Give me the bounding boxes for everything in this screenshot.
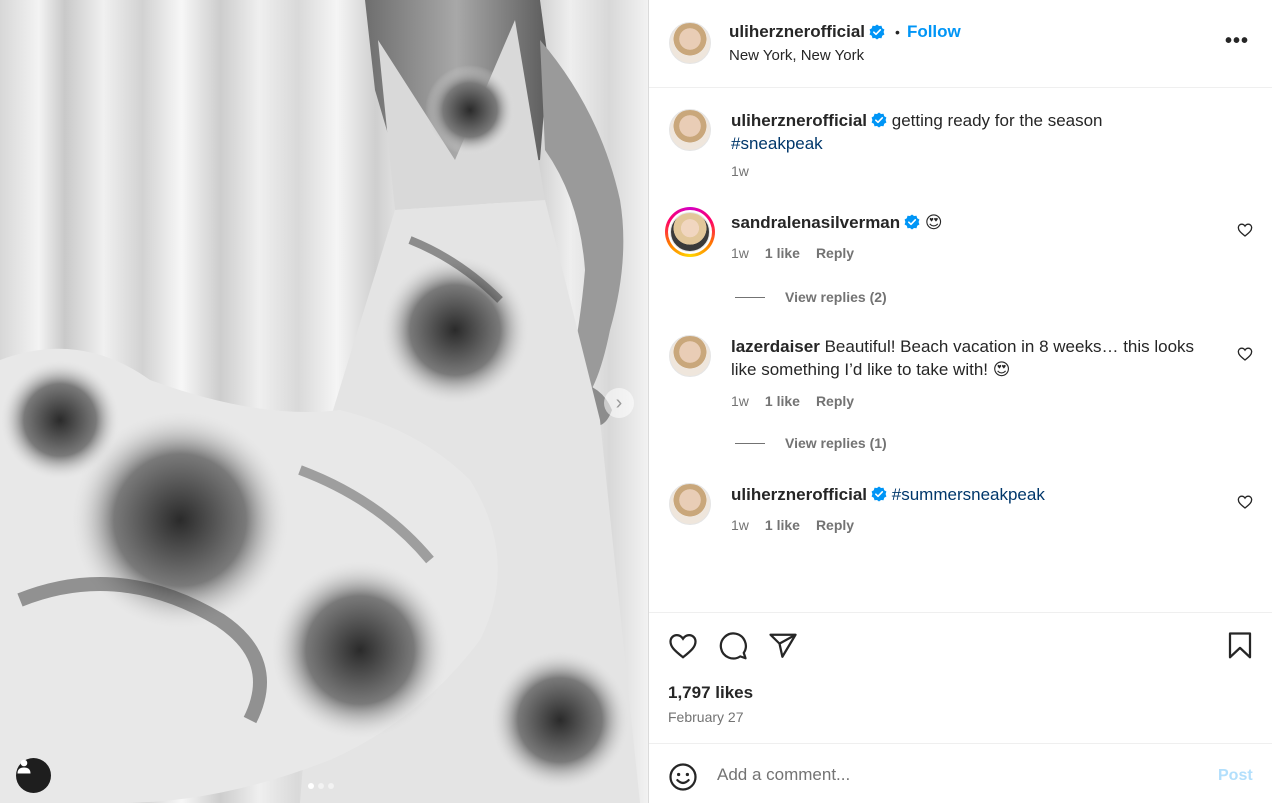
replies-line — [735, 442, 765, 444]
author-username[interactable]: uliherznerofficial — [729, 22, 865, 42]
story-ring[interactable] — [665, 207, 715, 257]
view-replies-button[interactable]: View replies (1) — [735, 435, 887, 451]
post-details-panel: uliherznerofficial • Follow New York, Ne… — [649, 0, 1272, 803]
comment-username[interactable]: sandralenasilverman — [731, 213, 900, 232]
bookmark-icon[interactable] — [1225, 631, 1255, 661]
author-avatar[interactable] — [669, 22, 711, 64]
heart-icon[interactable] — [1237, 494, 1253, 510]
comment-likes[interactable]: 1 like — [765, 517, 800, 533]
dress-photo — [0, 0, 640, 803]
comment-username[interactable]: lazerdaiser — [731, 337, 820, 356]
comment-likes[interactable]: 1 like — [765, 393, 800, 409]
reply-button[interactable]: Reply — [816, 517, 854, 533]
carousel-dot — [308, 783, 314, 789]
user-tag-icon — [17, 759, 31, 774]
follow-button[interactable]: Follow — [907, 22, 961, 42]
comment-hashtag[interactable]: #summersneakpeak — [892, 485, 1045, 504]
caption-avatar[interactable] — [669, 109, 711, 151]
verified-badge-icon — [904, 214, 920, 230]
commenter-avatar[interactable] — [669, 483, 711, 525]
comment-time[interactable]: 1w — [731, 393, 749, 409]
caption-text: uliherznerofficial getting ready for the… — [731, 109, 1201, 155]
comment-text: lazerdaiser Beautiful! Beach vacation in… — [731, 335, 1201, 381]
verified-badge-icon — [871, 486, 887, 502]
verified-badge-icon — [869, 24, 885, 40]
caption-time[interactable]: 1w — [731, 163, 749, 179]
carousel-dot — [328, 783, 334, 789]
next-slide-button[interactable]: › — [604, 388, 634, 418]
comment-icon[interactable] — [718, 631, 748, 661]
heart-icon[interactable] — [1237, 222, 1253, 238]
comment-text: sandralenasilverman 😍 — [731, 211, 1201, 235]
carousel-indicator — [308, 783, 334, 789]
reply-button[interactable]: Reply — [816, 393, 854, 409]
author-line: uliherznerofficial • Follow — [729, 22, 961, 42]
commenter-avatar[interactable] — [670, 212, 710, 252]
caption-meta: 1w — [731, 163, 749, 179]
caption-body: getting ready for the season — [891, 111, 1103, 130]
caption-username[interactable]: uliherznerofficial — [731, 111, 867, 130]
comment-time[interactable]: 1w — [731, 517, 749, 533]
post-image: › — [0, 0, 648, 803]
commenter-avatar[interactable] — [669, 335, 711, 377]
comments-section[interactable]: uliherznerofficial getting ready for the… — [649, 89, 1272, 612]
share-icon[interactable] — [768, 631, 798, 661]
post-header: uliherznerofficial • Follow New York, Ne… — [649, 0, 1272, 88]
comment-username[interactable]: uliherznerofficial — [731, 485, 867, 504]
view-replies-label: View replies (1) — [785, 435, 887, 451]
likes-count[interactable]: 1,797 likes — [668, 683, 753, 703]
post-comment-button[interactable]: Post — [1218, 767, 1253, 785]
view-replies-button[interactable]: View replies (2) — [735, 289, 887, 305]
caption-hashtag[interactable]: #sneakpeak — [731, 134, 823, 153]
post-date[interactable]: February 27 — [668, 709, 743, 725]
separator-dot: • — [895, 24, 900, 40]
post-location[interactable]: New York, New York — [729, 47, 864, 64]
comment-composer: Post — [649, 743, 1272, 803]
comment-time[interactable]: 1w — [731, 245, 749, 261]
comment-meta: 1w 1 like Reply — [731, 517, 854, 533]
tagged-users-button[interactable] — [16, 758, 51, 793]
verified-badge-icon — [871, 112, 887, 128]
heart-icon[interactable] — [668, 631, 698, 661]
comment-likes[interactable]: 1 like — [765, 245, 800, 261]
chevron-right-icon: › — [615, 391, 623, 414]
comment-meta: 1w 1 like Reply — [731, 393, 854, 409]
post-actions: 1,797 likes February 27 — [649, 612, 1272, 743]
replies-line — [735, 296, 765, 298]
comment-text: uliherznerofficial #summersneakpeak — [731, 483, 1201, 506]
view-replies-label: View replies (2) — [785, 289, 887, 305]
more-options-button[interactable]: ••• — [1225, 30, 1249, 53]
comment-body: 😍 — [924, 213, 943, 233]
reply-button[interactable]: Reply — [816, 245, 854, 261]
carousel-dot — [318, 783, 324, 789]
heart-icon[interactable] — [1237, 346, 1253, 362]
emoji-icon[interactable] — [668, 762, 698, 792]
comment-input[interactable] — [717, 762, 1197, 788]
comment-meta: 1w 1 like Reply — [731, 245, 854, 261]
